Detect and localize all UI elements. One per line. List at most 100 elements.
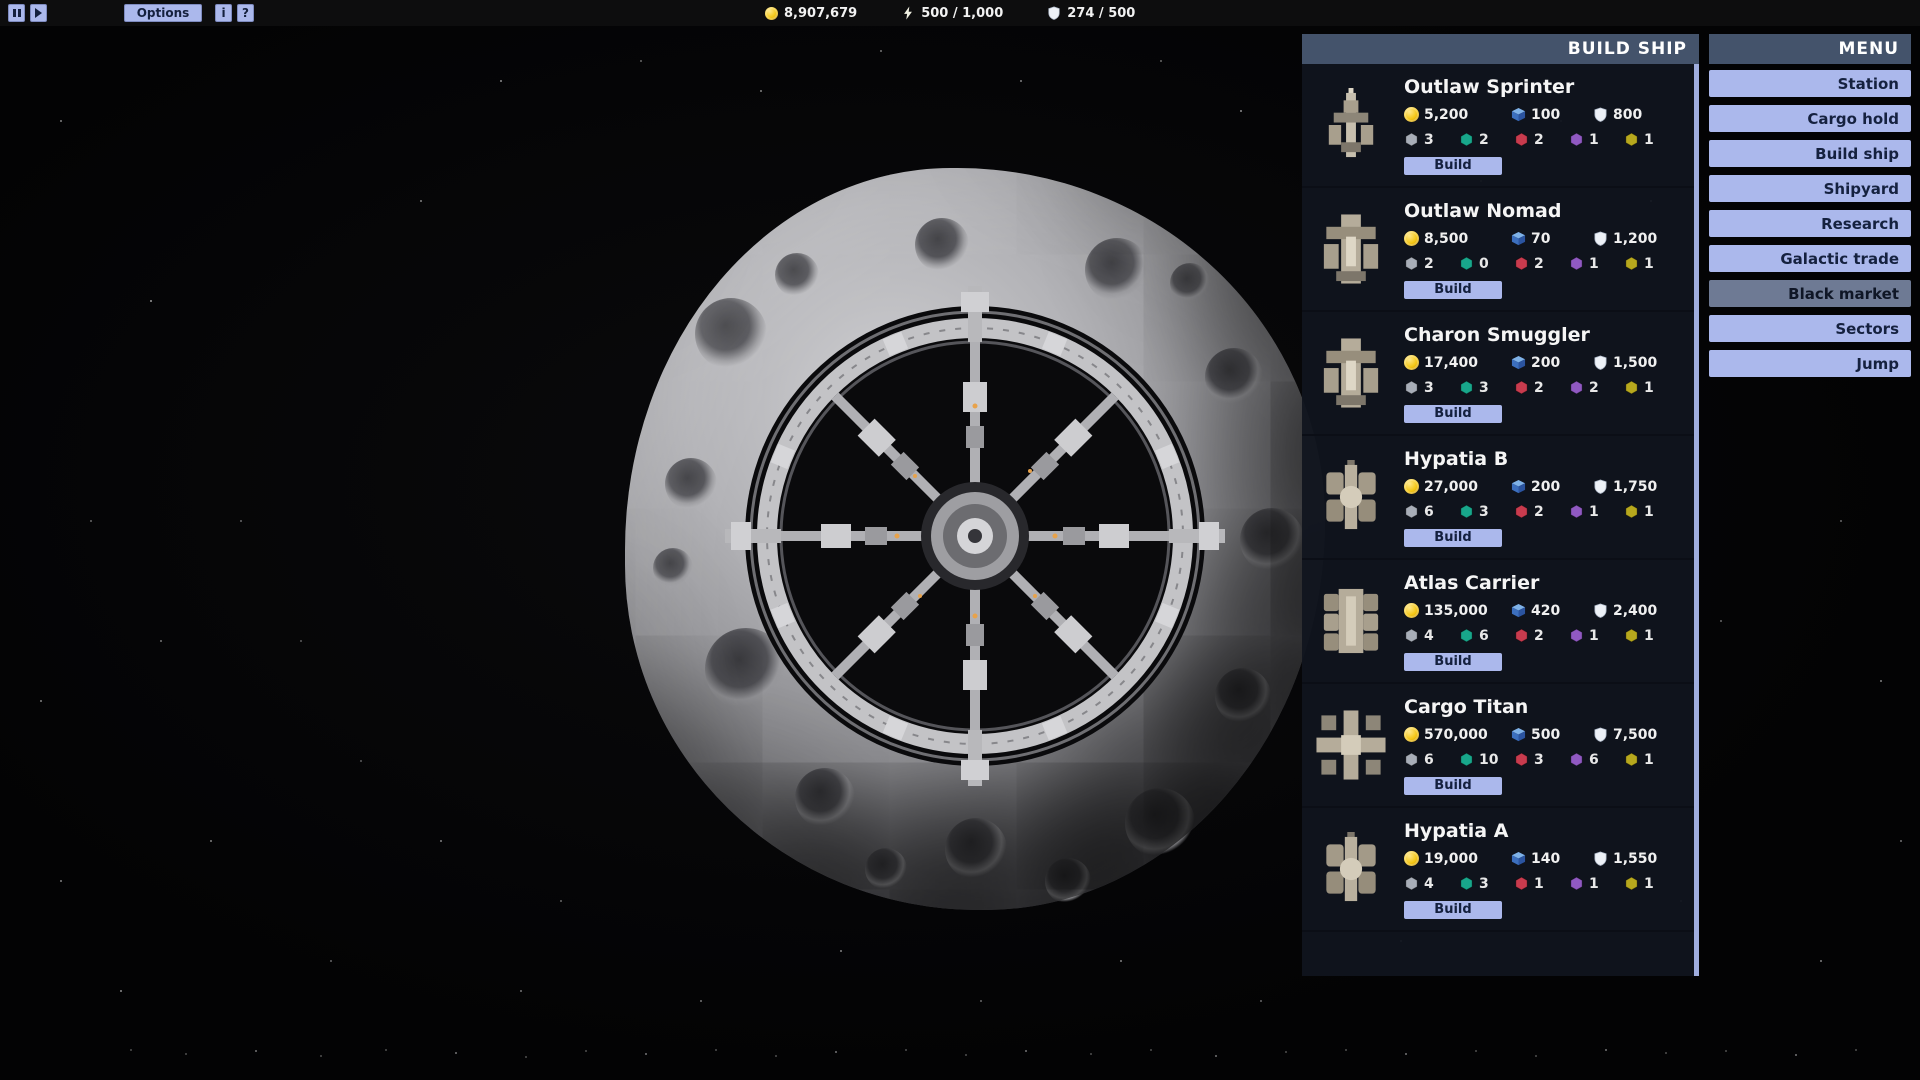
build-button[interactable]: Build [1404,281,1502,299]
ship-costs: 17,400 200 1,500 [1404,355,1683,371]
resource-gray: 6 [1404,752,1459,768]
menu-item-research[interactable]: Research [1709,210,1911,237]
resource-yellow-icon [1624,132,1639,147]
credits-icon [765,7,778,20]
ship-info: Outlaw Sprinter 5,200 100 800 3 2 2 1 1 … [1404,76,1683,175]
resource-purple-icon [1569,256,1584,271]
credits-cost-value: 17,400 [1424,355,1478,371]
menu-item-black-market[interactable]: Black market [1709,280,1911,307]
resource-yellow-value: 1 [1644,876,1654,892]
pause-button[interactable] [8,4,25,22]
resource-gray-icon [1404,256,1419,271]
ship-row: Charon Smuggler 17,400 200 1,500 3 3 2 2… [1302,312,1699,436]
resource-teal: 10 [1459,752,1514,768]
resource-red: 2 [1514,504,1569,520]
resource-red: 1 [1514,876,1569,892]
resource-teal-icon [1459,628,1474,643]
resource-red-value: 1 [1534,876,1544,892]
goods-icon [1511,851,1526,866]
resource-red-icon [1514,256,1529,271]
resource-teal: 6 [1459,628,1514,644]
resource-purple-icon [1569,380,1584,395]
resource-teal: 3 [1459,504,1514,520]
menu-item-galactic-trade[interactable]: Galactic trade [1709,245,1911,272]
hull-stat-value: 800 [1613,107,1642,123]
credits-cost-value: 8,500 [1424,231,1468,247]
credits-value: 8,907,679 [784,6,857,21]
energy-value: 500 / 1,000 [921,6,1003,21]
ship-name: Hypatia A [1404,820,1683,842]
menu-item-cargo-hold[interactable]: Cargo hold [1709,105,1911,132]
resource-red-icon [1514,752,1529,767]
scrollbar-thumb[interactable] [1694,64,1699,976]
menu-item-shipyard[interactable]: Shipyard [1709,175,1911,202]
ship-costs: 19,000 140 1,550 [1404,851,1683,867]
resource-teal-value: 3 [1479,876,1489,892]
credits-cost: 8,500 [1404,231,1511,247]
resource-yellow-value: 1 [1644,380,1654,396]
hull-shield-icon [1593,107,1608,122]
options-button[interactable]: Options [124,4,202,22]
build-button[interactable]: Build [1404,157,1502,175]
hull-shield-icon [1593,231,1608,246]
space-station [725,286,1225,786]
credits-icon [1404,355,1419,370]
credits-icon [1404,231,1419,246]
ship-image [1314,453,1388,541]
build-button[interactable]: Build [1404,405,1502,423]
resource-teal-value: 2 [1479,132,1489,148]
resource-teal: 2 [1459,132,1514,148]
build-button[interactable]: Build [1404,653,1502,671]
resource-yellow: 1 [1624,628,1679,644]
info-button[interactable]: i [215,4,232,22]
resource-gray-icon [1404,504,1419,519]
play-button[interactable] [30,4,47,22]
ship-image [1314,701,1388,789]
resource-teal-icon [1459,876,1474,891]
credits-cost: 17,400 [1404,355,1511,371]
ship-costs: 8,500 70 1,200 [1404,231,1683,247]
ship-info: Hypatia A 19,000 140 1,550 4 3 1 1 1 Bui… [1404,820,1683,919]
resource-teal-icon [1459,132,1474,147]
menu-item-sectors[interactable]: Sectors [1709,315,1911,342]
ship-name: Outlaw Sprinter [1404,76,1683,98]
resource-gray: 3 [1404,132,1459,148]
hull-stat: 1,750 [1593,479,1657,495]
help-button[interactable]: ? [237,4,254,22]
hull-stat-value: 2,400 [1613,603,1657,619]
resource-red-icon [1514,380,1529,395]
resource-red: 3 [1514,752,1569,768]
resource-purple-icon [1569,504,1584,519]
resource-red-value: 2 [1534,628,1544,644]
ship-image [1314,81,1388,169]
build-button[interactable]: Build [1404,777,1502,795]
goods-cost: 70 [1511,231,1593,247]
ship-name: Cargo Titan [1404,696,1683,718]
goods-cost-value: 70 [1531,231,1550,247]
resource-purple-value: 1 [1589,504,1599,520]
shield-icon [1047,6,1061,20]
resource-red: 2 [1514,132,1569,148]
resource-teal-value: 3 [1479,380,1489,396]
goods-cost: 140 [1511,851,1593,867]
menu-item-station[interactable]: Station [1709,70,1911,97]
menu-item-build-ship[interactable]: Build ship [1709,140,1911,167]
crater [1240,508,1304,572]
resource-gray-icon [1404,132,1419,147]
hull-stat-value: 1,550 [1613,851,1657,867]
ship-resources: 2 0 2 1 1 [1404,256,1683,272]
scrollbar-track[interactable] [1694,64,1699,976]
goods-cost-value: 200 [1531,479,1560,495]
hull-stat-value: 1,750 [1613,479,1657,495]
resource-purple: 2 [1569,380,1624,396]
hull-stat: 1,200 [1593,231,1657,247]
build-button[interactable]: Build [1404,529,1502,547]
play-icon [35,8,42,18]
build-button[interactable]: Build [1404,901,1502,919]
resource-yellow-icon [1624,504,1639,519]
resource-teal-value: 0 [1479,256,1489,272]
menu-item-jump[interactable]: Jump [1709,350,1911,377]
menu-panel: MENU Station Cargo hold Build ship Shipy… [1709,34,1911,377]
ship-row: Outlaw Sprinter 5,200 100 800 3 2 2 1 1 … [1302,64,1699,188]
crater [1125,788,1195,858]
